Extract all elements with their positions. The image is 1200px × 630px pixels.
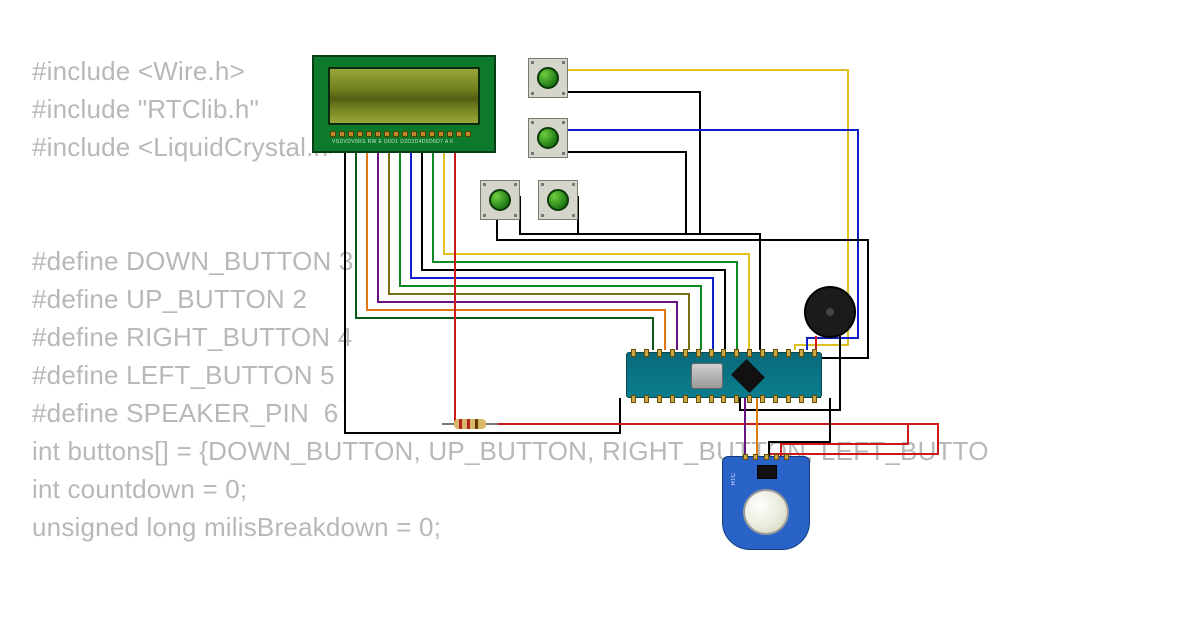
pushbutton-knob [537,127,559,149]
rtc-module[interactable]: RTC [722,456,810,550]
mcu-chip-icon [731,359,765,393]
buzzer-hole [826,308,834,316]
rtc-ic-icon [757,465,777,479]
lcd-pin-labels: VSDVDV0RS RW E D0D1 D2D3D4D5D6D7 A K [332,139,454,145]
lcd-screen [328,67,480,125]
usb-connector-icon [691,363,723,389]
pushbutton-knob [489,189,511,211]
lcd-16x2[interactable]: VSDVDV0RS RW E D0D1 D2D3D4D5D6D7 A K [312,55,496,153]
rtc-label: RTC [731,473,737,485]
pushbutton-up[interactable] [528,58,568,98]
coin-cell-icon [743,489,789,535]
circuit-canvas: #include <Wire.h> #include "RTClib.h" #i… [0,0,1200,630]
resistor[interactable] [442,419,498,429]
lcd-pin-header [330,131,478,137]
pushbutton-knob [547,189,569,211]
pushbutton-left[interactable] [480,180,520,220]
pushbutton-knob [537,67,559,89]
pushbutton-down[interactable] [528,118,568,158]
piezo-buzzer[interactable] [804,286,856,338]
arduino-nano[interactable] [626,352,822,398]
pushbutton-right[interactable] [538,180,578,220]
